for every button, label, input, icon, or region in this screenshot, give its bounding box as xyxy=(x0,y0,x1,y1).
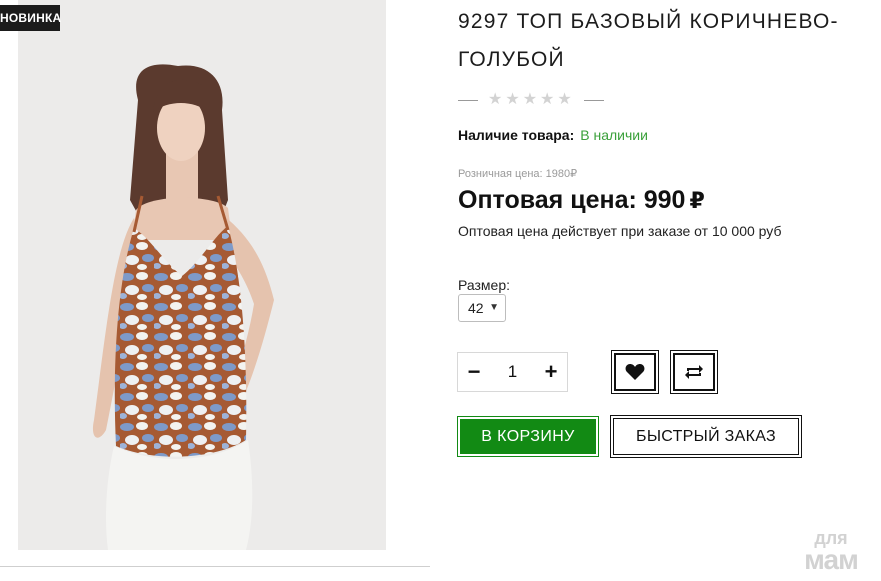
rating-divider-right xyxy=(583,99,604,101)
quantity-value[interactable]: 1 xyxy=(490,362,535,382)
availability-label: Наличие товара: xyxy=(458,127,575,143)
size-select[interactable]: 42 ▼ xyxy=(458,294,506,322)
availability: Наличие товара: В наличии xyxy=(458,127,648,143)
add-to-cart-button[interactable]: В КОРЗИНУ xyxy=(457,416,599,457)
heart-icon xyxy=(625,364,645,380)
currency-symbol: ₽ xyxy=(689,188,705,213)
availability-status: В наличии xyxy=(580,127,648,143)
new-badge: НОВИНКА xyxy=(0,5,61,31)
wholesale-price: Оптовая цена: 990 ₽ xyxy=(458,186,705,215)
compare-button[interactable] xyxy=(670,350,718,394)
chevron-down-icon: ▼ xyxy=(489,302,499,313)
product-photo[interactable] xyxy=(18,0,386,550)
product-title: 9297 ТОП БАЗОВЫЙ КОРИЧНЕВО-ГОЛУБОЙ xyxy=(458,10,839,71)
size-selected-value: 42 xyxy=(468,300,484,316)
rating-divider-left xyxy=(458,99,478,101)
repeat-icon xyxy=(685,365,703,379)
divider xyxy=(0,566,430,567)
star-icon[interactable]: ★ xyxy=(505,92,519,108)
watermark-line2: мам xyxy=(804,544,859,575)
add-to-wishlist-button[interactable] xyxy=(611,350,659,394)
quantity-increase-button[interactable]: + xyxy=(535,353,567,391)
size-label: Размер: xyxy=(458,277,511,293)
quantity-decrease-button[interactable]: − xyxy=(458,353,490,391)
star-icon[interactable]: ★ xyxy=(488,92,502,108)
watermark-logo: для мам xyxy=(796,527,866,575)
quantity-stepper[interactable]: − 1 + xyxy=(457,352,568,392)
wholesale-price-text: Оптовая цена: 990 xyxy=(458,186,686,214)
product-photo-illustration xyxy=(18,0,386,550)
retail-price: Розничная цена: 1980₽ xyxy=(458,168,578,180)
star-icon[interactable]: ★ xyxy=(540,92,554,108)
rating-stars[interactable]: ★ ★ ★ ★ ★ xyxy=(488,92,572,108)
wholesale-note: Оптовая цена действует при заказе от 10 … xyxy=(458,223,782,239)
star-icon[interactable]: ★ xyxy=(557,92,571,108)
star-icon[interactable]: ★ xyxy=(523,92,537,108)
quick-order-button[interactable]: БЫСТРЫЙ ЗАКАЗ xyxy=(610,415,802,458)
rating: ★ ★ ★ ★ ★ xyxy=(458,90,604,110)
